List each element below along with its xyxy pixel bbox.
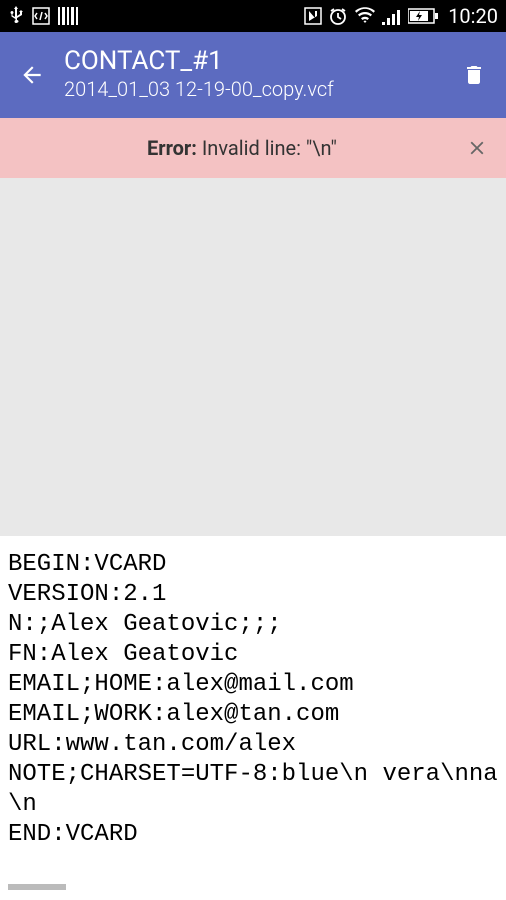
- close-icon[interactable]: [466, 137, 488, 159]
- status-bar: 10:20: [0, 0, 506, 32]
- nfc-icon: [304, 7, 322, 25]
- vcard-content[interactable]: BEGIN:VCARD VERSION:2.1 N:;Alex Geatovic…: [0, 536, 506, 864]
- wifi-icon: [354, 7, 376, 25]
- battery-icon: [408, 8, 438, 24]
- page-title: CONTACT_#1: [64, 47, 456, 76]
- scroll-thumb[interactable]: [8, 884, 66, 890]
- error-text: Invalid line: "\n": [197, 136, 337, 160]
- app-titles: CONTACT_#1 2014_01_03 12-19-00_copy.vcf: [64, 47, 456, 104]
- page-subtitle: 2014_01_03 12-19-00_copy.vcf: [64, 75, 456, 103]
- devtools-icon: [32, 7, 50, 25]
- usb-icon: [8, 6, 24, 26]
- barcode-icon: [58, 7, 78, 25]
- back-button[interactable]: [14, 62, 50, 88]
- status-right-icons: 10:20: [304, 4, 498, 28]
- delete-button[interactable]: [456, 62, 492, 88]
- scroll-track: [0, 864, 506, 900]
- signal-icon: [382, 7, 402, 25]
- status-left-icons: [8, 6, 78, 26]
- error-banner: Error: Invalid line: "\n": [0, 118, 506, 178]
- app-bar: CONTACT_#1 2014_01_03 12-19-00_copy.vcf: [0, 32, 506, 118]
- error-label: Error:: [147, 136, 197, 160]
- status-time: 10:20: [448, 4, 498, 28]
- error-message: Error: Invalid line: "\n": [18, 136, 466, 160]
- preview-area: [0, 178, 506, 536]
- alarm-icon: [328, 6, 348, 26]
